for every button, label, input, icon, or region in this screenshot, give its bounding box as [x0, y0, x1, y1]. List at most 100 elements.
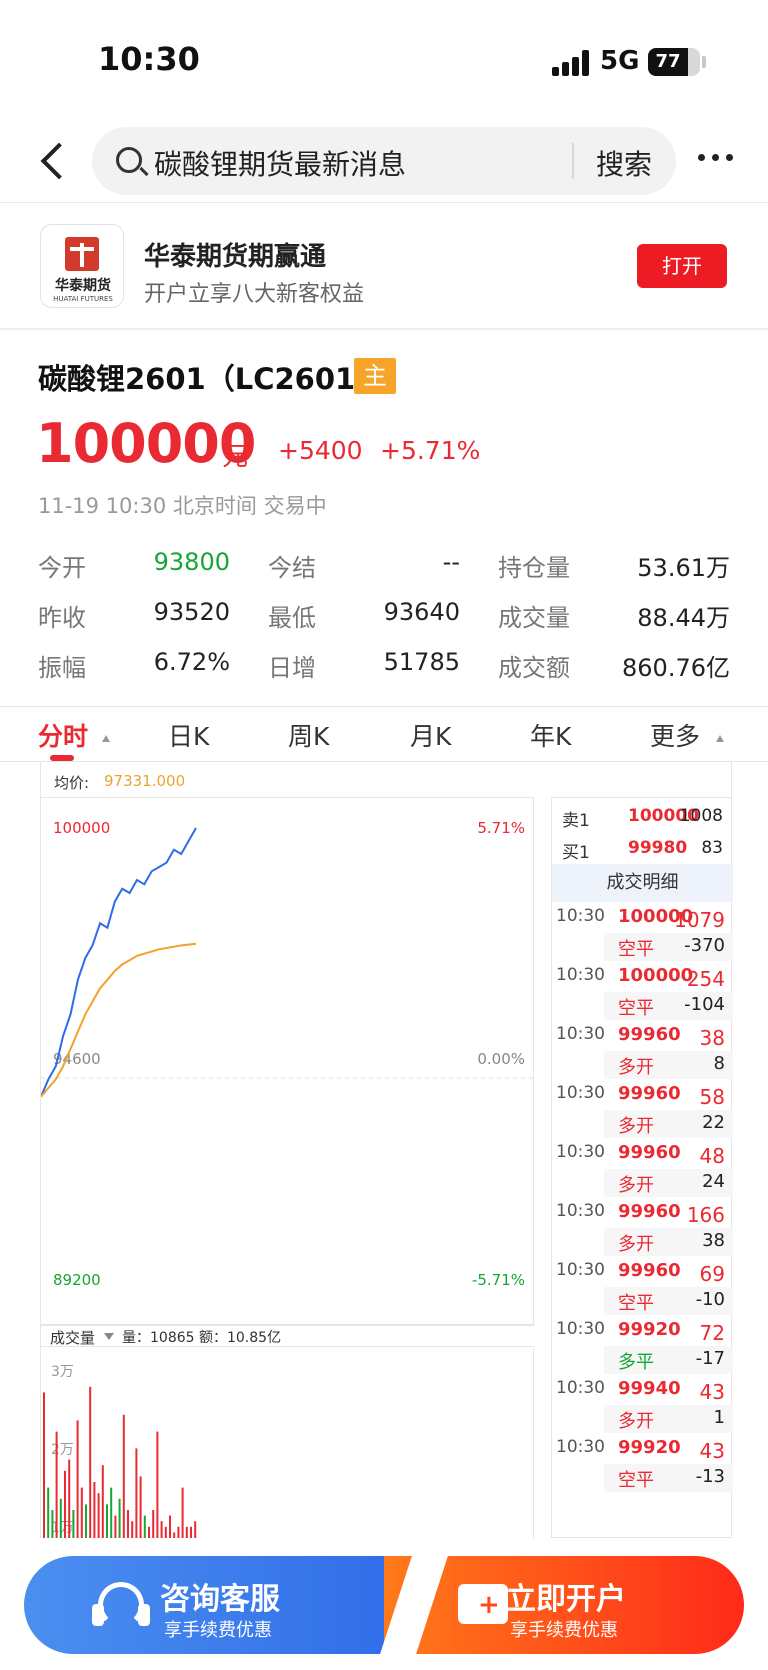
- stat-label: 日增: [268, 654, 316, 682]
- tick-time: 10:30: [556, 1201, 605, 1221]
- tick-type: 多平: [618, 1352, 654, 1373]
- customer-service-button[interactable]: 咨询客服 享手续费优惠: [24, 1556, 424, 1654]
- price-change-pct: +5.71%: [380, 436, 481, 465]
- stat-value: --: [442, 548, 460, 576]
- tick-price: 99940: [618, 1378, 681, 1399]
- ad-title: 华泰期货期赢通: [144, 242, 327, 272]
- tab-monthly-k[interactable]: 月K: [410, 717, 451, 753]
- tick-type: 多开: [618, 1116, 654, 1137]
- cta-bar: 咨询客服 享手续费优惠 立即开户 享手续费优惠: [24, 1556, 744, 1654]
- tick-time: 10:30: [556, 1319, 605, 1339]
- app-ad-banner[interactable]: 华泰期货 HUATAI FUTURES 华泰期货期赢通 开户立享八大新客权益 打…: [0, 204, 768, 328]
- tick-price: 99960: [618, 1142, 681, 1163]
- tick-oi-change: -10: [695, 1289, 725, 1310]
- intraday-chart[interactable]: 100000 5.71% 94600 0.00% 89200 -5.71%: [40, 797, 535, 1325]
- tick-volume: 72: [699, 1321, 725, 1345]
- headset-ear: [92, 1604, 104, 1626]
- search-divider: [572, 143, 574, 179]
- tick-time: 10:30: [556, 965, 605, 985]
- tick-time: 10:30: [556, 1437, 605, 1457]
- tick-oi-change: 8: [713, 1053, 725, 1074]
- volume-bar: [173, 1532, 176, 1538]
- y-label-bottom: 89200: [53, 1271, 101, 1289]
- volume-bar: [135, 1448, 138, 1538]
- tick-volume: 43: [699, 1439, 725, 1463]
- volume-bar: [43, 1392, 45, 1538]
- search-input[interactable]: 碳酸锂期货最新消息 搜索: [92, 127, 676, 195]
- tick-volume: 166: [686, 1203, 725, 1227]
- tick-type: 空平: [618, 939, 654, 960]
- tick-row: 10:30 100000 1079 空平 -370: [552, 904, 733, 967]
- volume-bar: [106, 1504, 108, 1538]
- volume-bar: [51, 1510, 54, 1538]
- divider: [0, 328, 768, 330]
- status-time: 10:30: [98, 40, 200, 78]
- cta-right-title: 立即开户: [506, 1582, 626, 1617]
- cta-left-subtitle: 享手续费优惠: [164, 1620, 272, 1641]
- tick-price: 99920: [618, 1437, 681, 1458]
- volume-bar: [185, 1526, 188, 1538]
- tick-volume: 58: [699, 1085, 725, 1109]
- tick-price: 99960: [618, 1083, 681, 1104]
- stat-label: 持仓量: [498, 554, 570, 582]
- volume-selector[interactable]: 成交量: [50, 1327, 95, 1348]
- stat-label: 昨收: [38, 604, 86, 632]
- volume-bar: [181, 1487, 184, 1538]
- stat-label: 成交量: [498, 604, 570, 632]
- tick-type: 多开: [618, 1234, 654, 1255]
- search-row: 碳酸锂期货最新消息 搜索: [0, 120, 768, 200]
- tick-row: 10:30 99960 38 多开 8: [552, 1022, 733, 1085]
- back-button[interactable]: [36, 140, 72, 180]
- tick-oi-change: 38: [702, 1230, 725, 1251]
- tick-row: 10:30 99920 43 空平 -13: [552, 1435, 733, 1498]
- more-icon[interactable]: [694, 148, 738, 168]
- volume-bar: [148, 1526, 150, 1538]
- volume-bar: [118, 1498, 121, 1538]
- tick-time: 10:30: [556, 1024, 605, 1044]
- tab-daily-k[interactable]: 日K: [168, 717, 209, 753]
- stat-label: 振幅: [38, 654, 86, 682]
- volume-bar: [93, 1482, 96, 1538]
- stat-value: 860.76亿: [622, 654, 730, 682]
- headset-ear: [138, 1604, 150, 1626]
- tick-volume: 38: [699, 1026, 725, 1050]
- ticks-header[interactable]: 成交明细: [552, 864, 733, 902]
- stat-value: 51785: [383, 648, 460, 676]
- open-app-button[interactable]: 打开: [637, 244, 727, 288]
- search-query: 碳酸锂期货最新消息: [154, 148, 407, 181]
- tab-dropdown-icon: [102, 735, 110, 742]
- battery-level: 77: [655, 51, 681, 72]
- volume-bar: [169, 1515, 171, 1538]
- tab-more[interactable]: 更多: [650, 717, 700, 753]
- tab-weekly-k[interactable]: 周K: [288, 717, 329, 753]
- tick-oi-change: -104: [684, 994, 725, 1015]
- volume-bar: [76, 1420, 79, 1538]
- ask-row: 卖1 100000 1008: [552, 800, 733, 832]
- tick-time: 10:30: [556, 906, 605, 926]
- chart-tabs: 分时 日K 周K 月K 年K 更多: [0, 706, 768, 762]
- logo-text-cn: 华泰期货: [55, 278, 111, 294]
- pct-label-bottom: -5.71%: [472, 1271, 525, 1289]
- volume-bar: [80, 1487, 83, 1538]
- volume-bar: [68, 1459, 71, 1538]
- price-unit: 元: [222, 442, 249, 472]
- volume-bar: [97, 1493, 100, 1538]
- stat-value: 93520: [153, 598, 230, 626]
- tab-yearly-k[interactable]: 年K: [530, 717, 571, 753]
- tick-price: 99960: [618, 1024, 681, 1045]
- tick-oi-change: -17: [695, 1348, 725, 1369]
- volume-bar: [89, 1386, 92, 1538]
- volume-bar: [194, 1521, 197, 1538]
- tab-intraday[interactable]: 分时: [38, 717, 88, 753]
- logo-mark-icon: [65, 237, 99, 271]
- tick-row: 10:30 100000 254 空平 -104: [552, 963, 733, 1026]
- chevron-down-icon: [104, 1333, 114, 1340]
- stat-label: 成交额: [498, 654, 570, 682]
- volume-bar: [127, 1510, 129, 1538]
- search-button[interactable]: 搜索: [596, 143, 652, 183]
- bid-row: 买1 99980 83: [552, 832, 733, 864]
- volume-bar: [156, 1431, 159, 1538]
- tick-time: 10:30: [556, 1378, 605, 1398]
- volume-bar: [139, 1476, 142, 1538]
- volume-bar: [72, 1510, 75, 1538]
